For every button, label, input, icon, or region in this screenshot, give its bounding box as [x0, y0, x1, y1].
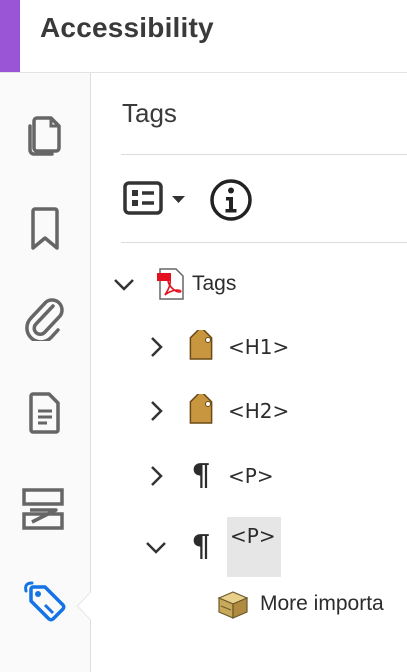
tree-row[interactable]: ¶ <P>: [144, 456, 274, 496]
tree-row-root[interactable]: Tags: [112, 264, 236, 304]
active-pointer: [78, 592, 91, 620]
tree-label: <H1>: [228, 335, 290, 359]
reading-order-icon[interactable]: [18, 484, 68, 534]
tree-row[interactable]: <H1>: [144, 327, 289, 367]
tree-label: Tags: [192, 272, 237, 295]
info-button[interactable]: [208, 177, 254, 228]
content-box-icon: [216, 587, 250, 621]
tree-label: <P>: [228, 464, 274, 488]
tag-icon[interactable]: [20, 578, 70, 628]
tree-row-selected[interactable]: ¶ <P>: [144, 517, 281, 577]
options-button[interactable]: [122, 179, 188, 224]
chevron-down-icon[interactable]: [112, 272, 136, 296]
tag-label-icon: [184, 330, 218, 364]
tree-label: <P>: [230, 524, 276, 548]
document-icon[interactable]: [20, 388, 70, 438]
selection-highlight: <P>: [227, 517, 281, 577]
chevron-right-icon[interactable]: [144, 464, 168, 488]
page-thumbnails-icon[interactable]: [20, 110, 70, 160]
title-bar: Accessibility: [0, 0, 407, 73]
tree-label: More importa: [260, 592, 384, 615]
chevron-down-icon[interactable]: [144, 535, 168, 559]
divider: [121, 242, 407, 243]
options-list-icon: [122, 179, 188, 224]
chevron-right-icon[interactable]: [144, 335, 168, 359]
accent-stripe: [0, 0, 20, 72]
window-title: Accessibility: [40, 12, 214, 43]
pdf-icon: [154, 267, 188, 301]
panel-title: Tags: [122, 98, 177, 128]
info-icon: [208, 177, 254, 228]
chevron-right-icon[interactable]: [144, 399, 168, 423]
tree-row[interactable]: <H2>: [144, 391, 289, 431]
pilcrow-icon: ¶: [191, 529, 211, 564]
tree-label: <H2>: [228, 399, 290, 423]
paperclip-icon[interactable]: [20, 294, 70, 344]
tag-label-icon: [184, 394, 218, 428]
divider: [121, 154, 407, 155]
pilcrow-icon: ¶: [191, 458, 211, 493]
tree-row-content[interactable]: More importa: [216, 584, 384, 624]
bookmark-icon[interactable]: [20, 203, 70, 253]
